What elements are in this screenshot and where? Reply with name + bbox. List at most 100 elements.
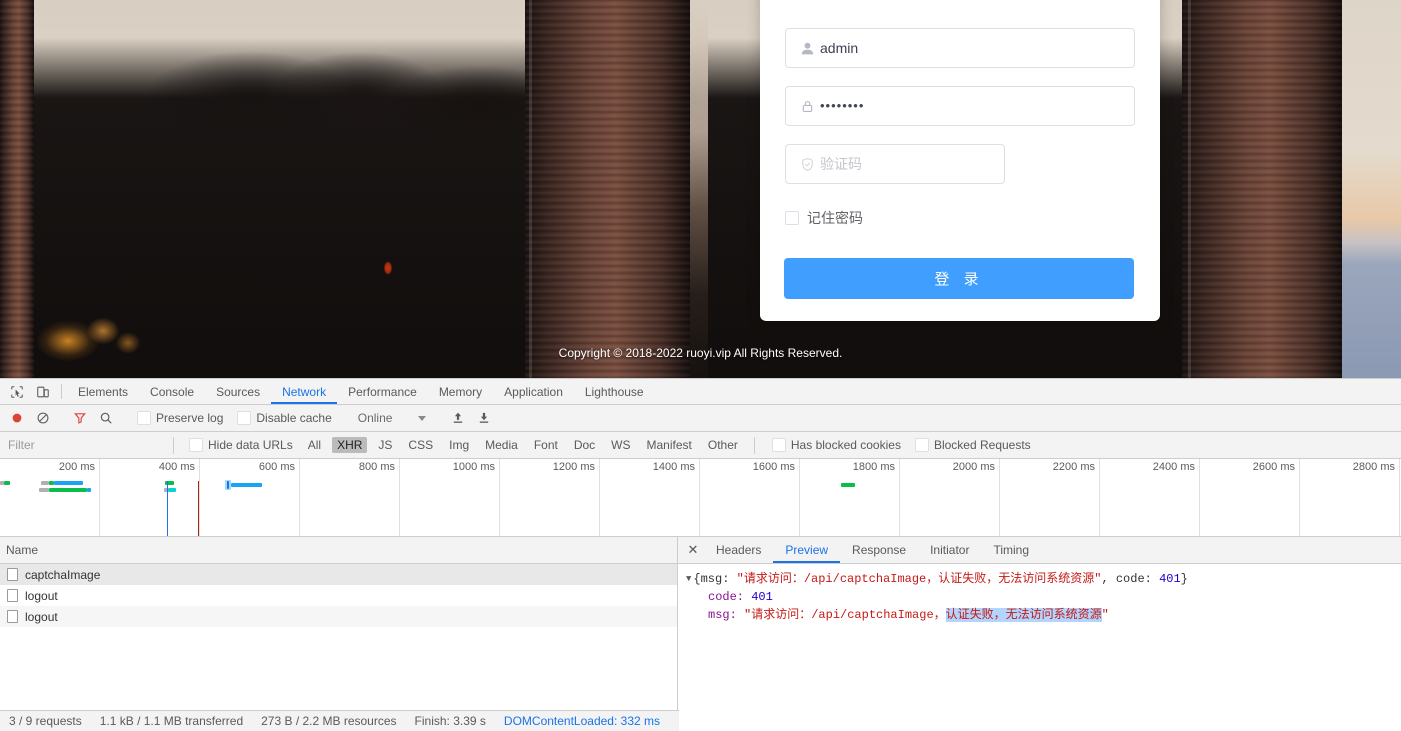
device-toolbar-icon[interactable] [30, 379, 56, 404]
tab-sources[interactable]: Sources [205, 379, 271, 404]
status-finish: Finish: 3.39 s [414, 714, 486, 728]
has-blocked-cookies-checkbox[interactable] [771, 438, 786, 452]
detail-tab-timing[interactable]: Timing [981, 537, 1041, 563]
remember-password-label: 记住密码 [807, 210, 863, 226]
tab-console[interactable]: Console [139, 379, 205, 404]
status-transferred: 1.1 kB / 1.1 MB transferred [99, 714, 244, 728]
preview-json-tree[interactable]: ▼ {msg: "请求访问：/api/captchaImage，认证失败，无法访问… [678, 564, 1401, 712]
type-filter-font[interactable]: Font [529, 437, 563, 453]
devtools-tabbar: Elements Console Sources Network Perform… [0, 379, 1401, 405]
disclosure-triangle-icon[interactable]: ▼ [686, 570, 691, 588]
window-gap-strip [690, 0, 708, 378]
type-filter-css[interactable]: CSS [403, 437, 438, 453]
password-field[interactable]: •••••••• [785, 86, 1135, 126]
json-summary-mid: , code: [1101, 572, 1160, 586]
dom-content-loaded-line [167, 481, 168, 536]
overview-bar [87, 488, 91, 492]
network-toolbar: Preserve log Disable cache Online [0, 405, 1401, 432]
search-icon[interactable] [93, 411, 119, 425]
network-overview-timeline[interactable]: 200 ms 400 ms 600 ms 800 ms 1000 ms 1200… [0, 459, 1401, 537]
detail-tab-preview[interactable]: Preview [773, 537, 840, 563]
disable-cache-label: Disable cache [256, 411, 332, 425]
table-row[interactable]: logout [0, 606, 677, 627]
screen: admin •••••••• 验证码 记住密码 登 录 Copyright © … [0, 0, 1401, 731]
throttling-value: Online [357, 411, 393, 425]
json-root-row[interactable]: ▼ {msg: "请求访问：/api/captchaImage，认证失败，无法访问… [686, 570, 1401, 588]
overview-bar [168, 488, 176, 492]
type-filter-img[interactable]: Img [444, 437, 474, 453]
column-header-name: Name [6, 543, 39, 557]
json-summary-suffix: } [1180, 572, 1188, 586]
window-frame-right [1182, 0, 1342, 378]
tab-memory[interactable]: Memory [428, 379, 493, 404]
detail-tab-headers[interactable]: Headers [704, 537, 773, 563]
disable-cache-toggle[interactable]: Disable cache [230, 411, 338, 425]
captcha-field[interactable]: 验证码 [785, 144, 1005, 184]
remember-password-row[interactable]: 记住密码 [785, 208, 863, 228]
timeline-tick-label: 2400 ms [1152, 461, 1195, 473]
overview-bar [231, 483, 262, 487]
username-field[interactable]: admin [785, 28, 1135, 68]
remember-password-checkbox[interactable] [785, 211, 799, 225]
type-filter-manifest[interactable]: Manifest [642, 437, 697, 453]
username-value: admin [820, 40, 859, 56]
status-resources: 273 B / 2.2 MB resources [261, 714, 397, 728]
clear-icon[interactable] [30, 411, 56, 425]
tab-network[interactable]: Network [271, 379, 337, 404]
tab-lighthouse[interactable]: Lighthouse [574, 379, 655, 404]
export-har-icon[interactable] [471, 411, 497, 425]
tab-application[interactable]: Application [493, 379, 574, 404]
tab-elements[interactable]: Elements [67, 379, 139, 404]
json-value-msg-plain: 请求访问：/api/captchaImage， [751, 608, 946, 622]
inspect-element-icon[interactable] [4, 379, 30, 404]
preserve-log-checkbox[interactable] [137, 411, 151, 425]
close-icon[interactable]: ✕ [682, 537, 704, 563]
filter-input[interactable] [4, 435, 169, 455]
detail-tab-initiator[interactable]: Initiator [918, 537, 981, 563]
hide-data-urls-toggle[interactable]: Hide data URLs [182, 438, 300, 452]
request-detail-tabbar: ✕ Headers Preview Response Initiator Tim… [678, 537, 1401, 564]
record-stop-icon[interactable] [4, 411, 30, 425]
json-row-msg: msg: " 请求访问：/api/captchaImage，认证失败，无法访问系统… [686, 606, 1401, 624]
status-load: L [669, 714, 679, 728]
table-row[interactable]: logout [0, 585, 677, 606]
network-statusbar: 3 / 9 requests 1.1 kB / 1.1 MB transferr… [0, 710, 679, 731]
hide-data-urls-checkbox[interactable] [189, 438, 203, 452]
overview-bar [39, 488, 49, 492]
request-list-pane: Name captchaImage logout logout [0, 537, 678, 712]
shield-check-icon [794, 157, 820, 172]
chevron-down-icon [418, 415, 427, 421]
type-filter-other[interactable]: Other [703, 437, 743, 453]
preserve-log-toggle[interactable]: Preserve log [130, 411, 230, 425]
lock-icon [794, 99, 820, 114]
request-name: captchaImage [25, 567, 101, 582]
has-blocked-cookies-toggle[interactable]: Has blocked cookies [765, 438, 908, 452]
timeline-tick-label: 2600 ms [1252, 461, 1295, 473]
import-har-icon[interactable] [445, 411, 471, 425]
network-filter-bar: Hide data URLs All XHR JS CSS Img Media … [0, 432, 1401, 459]
type-filter-media[interactable]: Media [480, 437, 523, 453]
request-detail-pane: ✕ Headers Preview Response Initiator Tim… [678, 537, 1401, 712]
window-frame-left [0, 0, 34, 378]
type-filter-xhr[interactable]: XHR [332, 437, 368, 453]
blocked-requests-toggle[interactable]: Blocked Requests [908, 438, 1038, 452]
blocked-requests-checkbox[interactable] [914, 438, 929, 452]
json-key-msg: msg: [708, 608, 745, 622]
detail-tab-response[interactable]: Response [840, 537, 918, 563]
filter-funnel-icon[interactable] [67, 411, 93, 425]
throttling-select[interactable]: Online [350, 411, 435, 425]
type-filter-doc[interactable]: Doc [569, 437, 600, 453]
json-summary-prefix: {msg: [693, 572, 737, 586]
tab-performance[interactable]: Performance [337, 379, 428, 404]
document-icon [7, 568, 18, 581]
login-button[interactable]: 登 录 [784, 258, 1134, 299]
timeline-tick-label: 2000 ms [952, 461, 995, 473]
type-filter-ws[interactable]: WS [606, 437, 635, 453]
disable-cache-checkbox[interactable] [237, 411, 252, 425]
request-list-header[interactable]: Name [0, 537, 677, 564]
type-filter-all[interactable]: All [303, 437, 326, 453]
table-row[interactable]: captchaImage [0, 564, 677, 585]
request-list[interactable]: captchaImage logout logout [0, 564, 677, 712]
type-filter-js[interactable]: JS [373, 437, 397, 453]
timeline-tick-label: 1200 ms [552, 461, 595, 473]
